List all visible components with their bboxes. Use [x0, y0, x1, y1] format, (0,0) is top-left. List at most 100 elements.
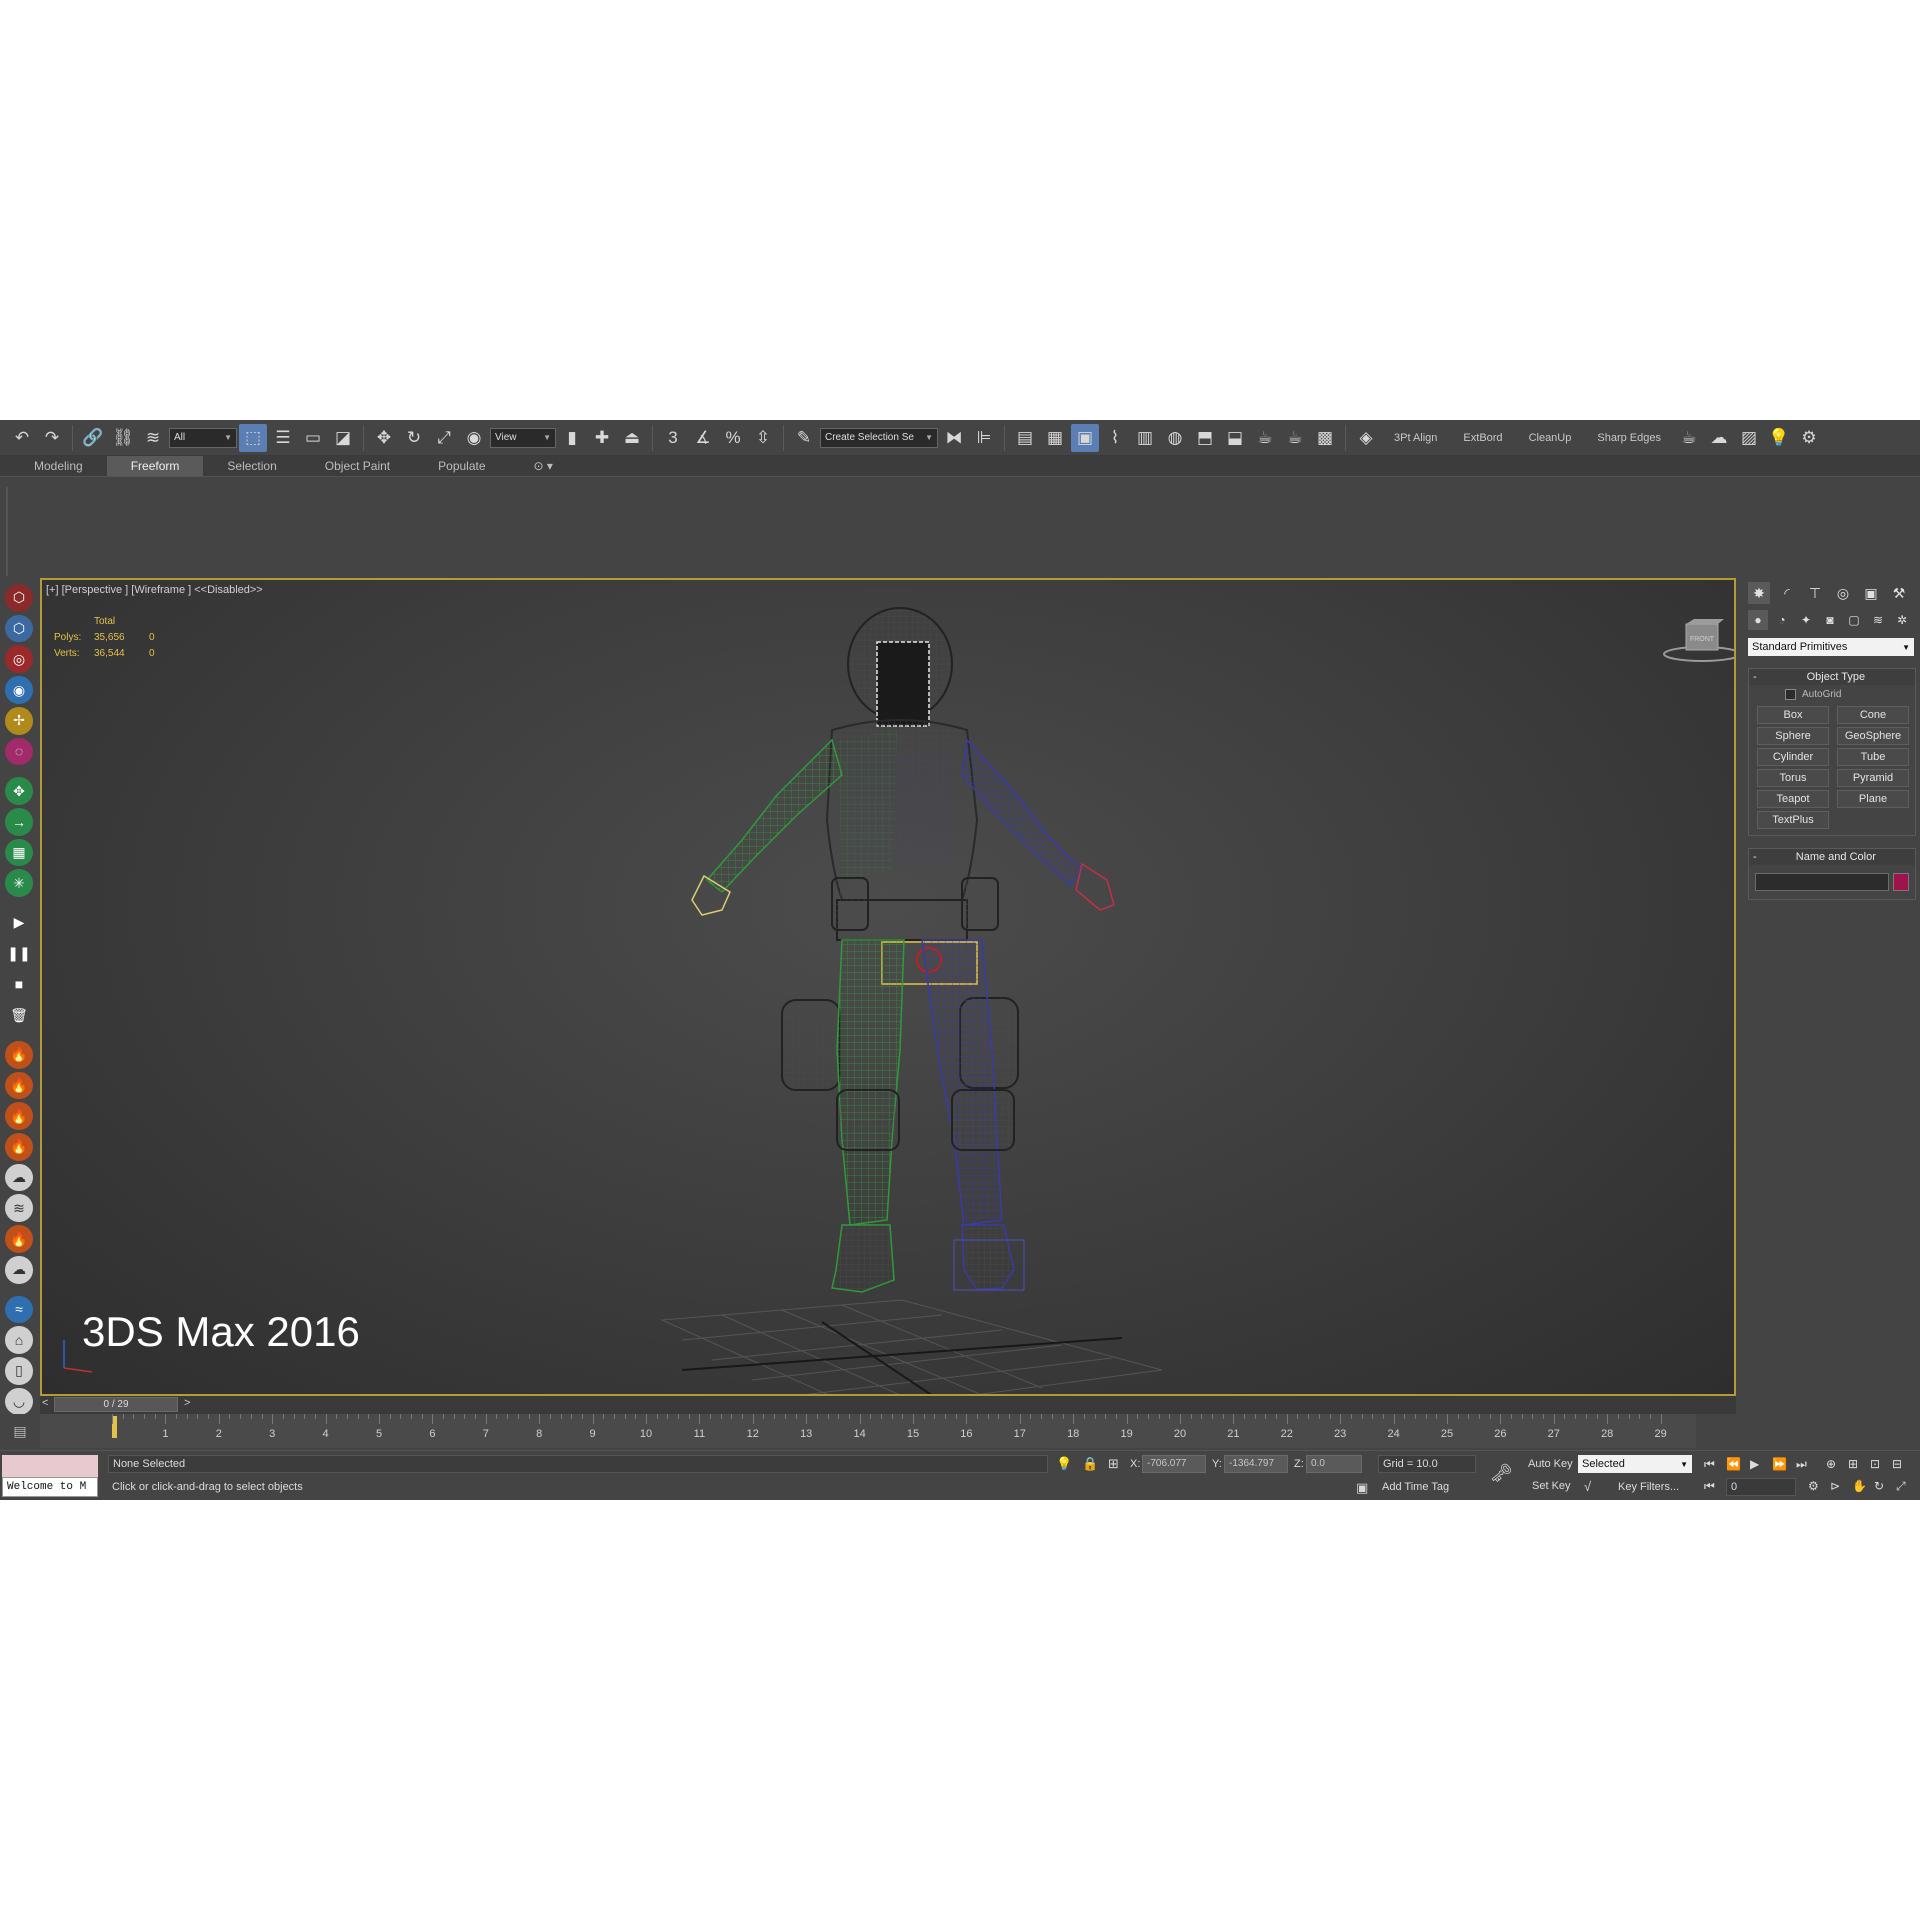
time-slider[interactable]: < 0 / 29 >	[40, 1396, 1736, 1414]
script-extbord-button[interactable]: ExtBord	[1451, 432, 1514, 444]
create-tab-icon[interactable]: ✸	[1748, 582, 1770, 604]
scene-explorer-icon[interactable]: ▦	[1041, 424, 1069, 452]
stop-icon[interactable]: ■	[5, 971, 33, 999]
script-sharp-edges-button[interactable]: Sharp Edges	[1585, 432, 1673, 444]
object-type-header[interactable]: - Object Type	[1749, 669, 1915, 685]
go-to-start-icon[interactable]: ⏮	[1704, 1457, 1715, 1472]
window-crossing-icon[interactable]: ◪	[329, 424, 357, 452]
shapes-icon[interactable]: ⬡	[5, 614, 33, 643]
select-by-name-icon[interactable]: ☰	[269, 424, 297, 452]
pause-icon[interactable]: ❚❚	[5, 940, 33, 968]
display-icon[interactable]: ▦	[5, 838, 33, 867]
tab-populate[interactable]: Populate	[414, 456, 509, 476]
geosphere-button[interactable]: GeoSphere	[1837, 727, 1909, 745]
spacewarps-category-icon[interactable]: ≋	[1868, 610, 1888, 630]
schematic-view-icon[interactable]: ▥	[1131, 424, 1159, 452]
play-animation-icon[interactable]: ▶	[1750, 1457, 1759, 1471]
teapot-icon[interactable]: ☕	[1675, 424, 1703, 452]
water-icon[interactable]: ≈	[5, 1295, 33, 1324]
render-production-icon[interactable]: ☕	[1251, 424, 1279, 452]
render-iterative-icon[interactable]: ☕	[1281, 424, 1309, 452]
display-tab-icon[interactable]: ▣	[1860, 582, 1882, 604]
redo-icon[interactable]: ↷	[38, 424, 66, 452]
select-place-icon[interactable]: ◉	[460, 424, 488, 452]
curve-editor-icon[interactable]: ⌇	[1101, 424, 1129, 452]
rect-selection-region-icon[interactable]: ▭	[299, 424, 327, 452]
maxscript-input[interactable]: Welcome to M	[2, 1477, 98, 1497]
zoom-all-icon[interactable]: ⊞	[1848, 1457, 1858, 1471]
cameras-category-icon[interactable]: ◙	[1820, 610, 1840, 630]
mirror-icon[interactable]: ⧓	[940, 424, 968, 452]
time-slider-next[interactable]: >	[184, 1397, 190, 1409]
trash-icon[interactable]: 🗑	[5, 1001, 33, 1029]
viewport-label[interactable]: [+] [Perspective ] [Wireframe ] <<Disabl…	[46, 584, 263, 596]
absolute-mode-icon[interactable]: ⊞	[1108, 1456, 1119, 1472]
edit-named-selection-icon[interactable]: ✎	[790, 424, 818, 452]
keyboard-shortcut-override-icon[interactable]: ⏏	[618, 424, 646, 452]
angle-snap-icon[interactable]: ∡	[689, 424, 717, 452]
zoom-icon[interactable]: ⊕	[1826, 1457, 1836, 1471]
set-key-button[interactable]: Set Key	[1532, 1480, 1571, 1492]
go-to-end-icon[interactable]: ⏭	[1796, 1457, 1807, 1472]
y-coordinate-input[interactable]: -1364.797	[1224, 1455, 1288, 1473]
named-selection-sets-select[interactable]: Create Selection Se ▼	[820, 427, 938, 448]
perspective-viewport[interactable]: [+] [Perspective ] [Wireframe ] <<Disabl…	[40, 578, 1736, 1396]
script-3pt-align-button[interactable]: 3Pt Align	[1382, 432, 1449, 444]
select-rotate-icon[interactable]: ↻	[400, 424, 428, 452]
viewcube[interactable]: FRONT	[1662, 618, 1734, 669]
previous-frame-icon[interactable]: ⏪	[1726, 1457, 1741, 1471]
rendered-frame-window-icon[interactable]: ⬓	[1221, 424, 1249, 452]
select-scale-icon[interactable]: ⤢	[430, 424, 458, 452]
material-editor-icon[interactable]: ◍	[1161, 424, 1189, 452]
tube-button[interactable]: Tube	[1837, 748, 1909, 766]
key-filters-button[interactable]: Key Filters...	[1618, 1481, 1679, 1493]
selection-filter-select[interactable]: All ▼	[169, 427, 237, 448]
align-icon[interactable]: ⊫	[970, 424, 998, 452]
layer-manager-icon[interactable]: ▤	[1011, 424, 1039, 452]
maxscript-output[interactable]	[2, 1455, 98, 1477]
wind-icon[interactable]: ≋	[5, 1194, 33, 1223]
cloud-icon[interactable]: ☁	[5, 1255, 33, 1284]
add-time-tag-button[interactable]: Add Time Tag	[1382, 1481, 1449, 1493]
bind-spacewarp-icon[interactable]: ≋	[139, 424, 167, 452]
pivot-center-icon[interactable]: ▮	[558, 424, 586, 452]
tab-object-paint[interactable]: Object Paint	[301, 456, 414, 476]
key-mode-toggle-icon[interactable]: ⏮	[1704, 1479, 1715, 1494]
pyramid-button[interactable]: Pyramid	[1837, 769, 1909, 787]
box-button[interactable]: Box	[1757, 706, 1829, 724]
auto-key-button[interactable]: Auto Key	[1528, 1458, 1573, 1470]
smoke-icon[interactable]: ☁	[5, 1163, 33, 1192]
render-setup-icon[interactable]: ⬒	[1191, 424, 1219, 452]
field-of-view-icon[interactable]: ⊳	[1830, 1479, 1840, 1493]
render-activeshade-icon[interactable]: ▩	[1311, 424, 1339, 452]
snaps-toggle-icon[interactable]: 3	[659, 424, 687, 452]
x-coordinate-input[interactable]: -706.077	[1142, 1455, 1206, 1473]
geometry-category-icon[interactable]: ●	[1748, 610, 1768, 630]
spacewarps-icon[interactable]: ◌	[5, 737, 33, 766]
cameras-icon[interactable]: ◉	[5, 676, 33, 704]
name-and-color-header[interactable]: - Name and Color	[1749, 849, 1915, 865]
shapes-category-icon[interactable]: ◔	[1772, 610, 1792, 630]
maximize-viewport-icon[interactable]: ⤢	[1896, 1479, 1906, 1494]
select-move-icon[interactable]: ✥	[370, 424, 398, 452]
motion-tab-icon[interactable]: ◎	[1832, 582, 1854, 604]
pan-view-icon[interactable]: ✋	[1852, 1479, 1867, 1493]
fire-effect-icon[interactable]: 🔥	[5, 1040, 33, 1069]
light-icon[interactable]: 💡	[1765, 424, 1793, 452]
select-manipulate-icon[interactable]: ✚	[588, 424, 616, 452]
container-icon[interactable]: ▯	[5, 1357, 33, 1385]
teapot-button[interactable]: Teapot	[1757, 790, 1829, 808]
settings-icon[interactable]: ⚙	[1795, 424, 1823, 452]
cloud-render-icon[interactable]: ☁	[1705, 424, 1733, 452]
selection-lock-icon[interactable]: 🔒	[1082, 1456, 1098, 1472]
orbit-icon[interactable]: ↻	[1874, 1479, 1884, 1493]
set-keys-icon[interactable]: 🗝	[1490, 1463, 1513, 1484]
percent-snap-icon[interactable]: %	[719, 424, 747, 452]
z-coordinate-input[interactable]: 0.0	[1306, 1455, 1362, 1473]
time-tag-icon[interactable]: ▣	[1356, 1480, 1368, 1496]
hierarchy-tab-icon[interactable]: ⊤	[1804, 582, 1826, 604]
utilities-tab-icon[interactable]: ⚒	[1888, 582, 1910, 604]
fire-effect-4-icon[interactable]: 🔥	[5, 1133, 33, 1161]
torus-button[interactable]: Torus	[1757, 769, 1829, 787]
cone-button[interactable]: Cone	[1837, 706, 1909, 724]
